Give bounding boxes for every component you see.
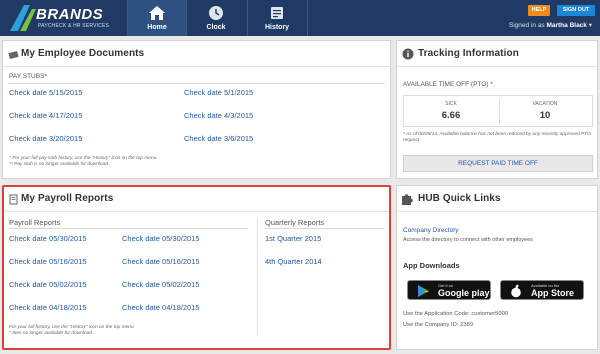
application-code: Use the Application Code: customer5000 [403,311,509,317]
selection-highlight [2,185,391,350]
pay-stub-note: ** Pay stub is no longer available for d… [9,162,110,167]
pay-stub-link[interactable]: Check date 4/17/2015 [9,111,82,120]
history-icon [271,7,283,19]
divider [397,211,597,212]
brand-tagline: PAYCHECK & HR SERVICES [38,23,110,29]
vacation-value: 10 [539,110,551,121]
google-play-icon [418,285,429,297]
tab-clock-label: Clock [206,24,226,31]
pay-stubs-label: PAY STUBS* [9,73,47,80]
app-store-badge[interactable]: Available on the App Store [500,280,584,300]
divider [3,66,390,67]
tracking-information-panel: Tracking Information AVAILABLE TIME OFF … [396,40,598,179]
hub-quick-links-panel: HUB Quick Links Company Directory Access… [396,185,598,350]
puzzle-icon [402,194,413,205]
divider [397,66,597,67]
pto-note: * As of 06/09/14. Available balance has … [403,132,591,143]
sick-value: 6.66 [441,110,461,121]
apple-icon [511,284,521,298]
request-pto-button[interactable]: REQUEST PAID TIME OFF [403,155,593,172]
pto-balance-box: SICK 6.66 VACATION 10 [403,95,593,127]
pay-stub-link[interactable]: Check date 3/20/2015 [9,134,82,143]
brand-name: BRANDS [36,6,104,23]
tab-home-label: Home [147,24,167,31]
tab-home[interactable]: Home [128,0,186,36]
home-icon [149,6,165,20]
google-play-badge[interactable]: Get it on Google play [407,280,491,300]
google-play-text: Google play [438,288,490,298]
clock-icon [209,6,223,20]
tab-history[interactable]: History [248,0,306,36]
pay-stub-link[interactable]: Check date 4/3/2015 [184,111,253,120]
documents-icon [8,50,19,60]
directory-description: Access the directory to connect with oth… [403,237,533,243]
company-id: Use the Company ID: 2389 [403,322,473,328]
divider [9,83,385,84]
panel-title: HUB Quick Links [418,193,501,204]
info-icon [402,48,414,60]
employee-documents-panel: My Employee Documents PAY STUBS* Check d… [2,40,391,179]
chevron-down-icon: ▾ [588,22,592,29]
panel-title: My Employee Documents [21,48,145,59]
signed-in-prefix: Signed in as [508,22,545,29]
tab-clock[interactable]: Clock [187,0,245,36]
app-downloads-heading: App Downloads [403,261,460,270]
user-name: Martha Black [546,22,587,29]
signed-in-info[interactable]: Signed in as Martha Black ▾ [509,21,592,29]
panel-title: Tracking Information [418,48,519,59]
sign-out-button[interactable]: SIGN OUT [557,5,595,16]
pay-stub-link[interactable]: Check date 5/15/2015 [9,88,82,97]
pay-stub-link[interactable]: Check date 3/6/2015 [184,134,253,143]
sick-label: SICK [445,101,457,107]
pay-stub-link[interactable]: Check date 5/1/2015 [184,88,253,97]
nav-divider [307,0,308,36]
tab-history-label: History [264,24,290,31]
logo-mark-icon [10,5,36,31]
pto-label: AVAILABLE TIME OFF (PTO) * [403,81,493,88]
top-nav-bar: BRANDS PAYCHECK & HR SERVICES Home Clock… [0,0,600,36]
company-directory-link[interactable]: Company Directory [403,227,459,234]
brand-logo[interactable]: BRANDS PAYCHECK & HR SERVICES [8,3,118,33]
vacation-label: VACATION [532,101,558,107]
app-store-text: App Store [531,288,575,298]
help-button[interactable]: HELP [528,5,550,16]
